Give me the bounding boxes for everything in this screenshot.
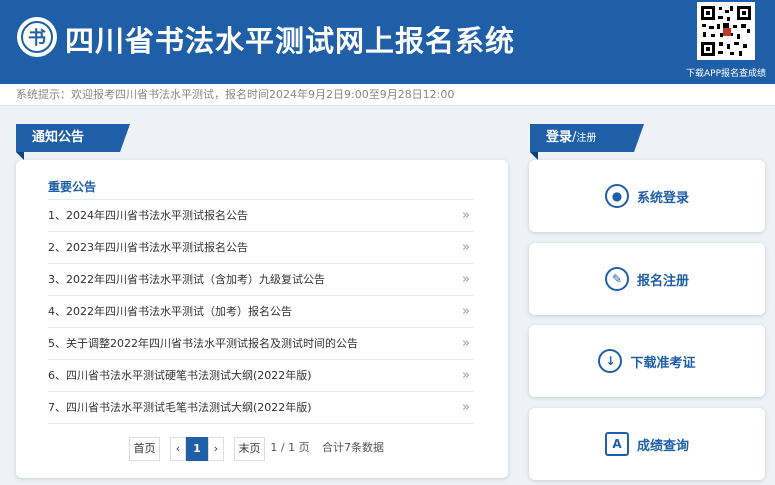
announcement-item[interactable]: 1、2024年四川省书法水平测试报名公告 » [48, 199, 474, 231]
announcement-item-label: 5、关于调整2022年四川省书法水平测试报名及测试时间的公告 [48, 337, 358, 350]
header-bar: 书 四川省书法水平测试网上报名系统 下载APP报名查成绩 [0, 0, 775, 84]
announcement-item[interactable]: 4、2022年四川省书法水平测试（加考）报名公告 » [48, 295, 474, 327]
qr-code[interactable] [697, 2, 755, 60]
cloud-download-icon: ↓ [598, 349, 623, 373]
site-logo: 书 [17, 17, 57, 57]
score-query-button[interactable]: A 成绩查询 [529, 408, 765, 480]
tab-fold-decoration [16, 152, 24, 160]
qr-code-icon [699, 4, 753, 58]
register-button[interactable]: ✎ 报名注册 [529, 243, 765, 315]
section-title: 重要公告 [48, 180, 97, 194]
double-chevron-right-icon: » [462, 240, 470, 255]
pager-page-info: 1 / 1 页 [270, 441, 310, 454]
score-query-label: 成绩查询 [636, 438, 689, 454]
double-chevron-right-icon: » [462, 368, 470, 383]
register-tab-label: 注册 [576, 133, 597, 144]
announcement-item-label: 1、2024年四川省书法水平测试报名公告 [48, 209, 248, 222]
user-icon: ● [604, 184, 629, 208]
announcement-item-label: 6、四川省书法水平测试硬笔书法测试大纲(2022年版) [48, 369, 312, 382]
announcement-item[interactable]: 7、四川省书法水平测试毛笔书法测试大纲(2022年版) » [48, 391, 474, 424]
announcement-tab: 通知公告 [16, 124, 130, 152]
pager-current-page[interactable]: 1 [186, 437, 208, 461]
announcement-item-label: 2、2023年四川省书法水平测试报名公告 [48, 241, 248, 254]
announcement-item[interactable]: 6、四川省书法水平测试硬笔书法测试大纲(2022年版) » [48, 359, 474, 391]
announcement-item-label: 4、2022年四川省书法水平测试（加考）报名公告 [48, 305, 292, 318]
download-admission-label: 下载准考证 [630, 355, 696, 371]
system-login-label: 系统登录 [636, 190, 689, 206]
download-admission-button[interactable]: ↓ 下载准考证 [529, 325, 765, 397]
system-login-button[interactable]: ● 系统登录 [529, 160, 765, 232]
announcement-item-label: 7、四川省书法水平测试毛笔书法测试大纲(2022年版) [48, 401, 312, 414]
score-icon: A [604, 432, 629, 456]
site-title: 四川省书法水平测试网上报名系统 [65, 24, 516, 58]
edit-icon: ✎ [604, 267, 629, 291]
announcement-tab-label: 通知公告 [32, 130, 85, 145]
pager-total: 合计7条数据 [322, 441, 384, 454]
announcement-item[interactable]: 3、2022年四川省书法水平测试（含加考）九级复试公告 » [48, 263, 474, 295]
login-tab-label: 登录 [546, 130, 573, 145]
pager-prev-button[interactable]: ‹ [170, 437, 186, 461]
logo-icon: 书 [21, 21, 53, 53]
login-tab: 登录/注册 [530, 124, 644, 152]
double-chevron-right-icon: » [462, 336, 470, 351]
announcement-item-label: 3、2022年四川省书法水平测试（含加考）九级复试公告 [48, 273, 325, 286]
qr-caption: 下载APP报名查成绩 [685, 69, 766, 79]
pager-next-button[interactable]: › [208, 437, 224, 461]
announcement-item[interactable]: 2、2023年四川省书法水平测试报名公告 » [48, 231, 474, 263]
double-chevron-right-icon: » [462, 208, 470, 223]
pager-last-button[interactable]: 末页 [234, 437, 265, 461]
announcement-item[interactable]: 5、关于调整2022年四川省书法水平测试报名及测试时间的公告 » [48, 327, 474, 359]
double-chevron-right-icon: » [462, 400, 470, 415]
double-chevron-right-icon: » [462, 304, 470, 319]
system-notice: 系统提示：欢迎报考四川省书法水平测试，报名时间2024年9月2日9:00至9月2… [0, 84, 775, 106]
tab-fold-decoration [530, 152, 538, 160]
pager-first-button[interactable]: 首页 [129, 437, 160, 461]
register-label: 报名注册 [636, 273, 689, 289]
double-chevron-right-icon: » [462, 272, 470, 287]
